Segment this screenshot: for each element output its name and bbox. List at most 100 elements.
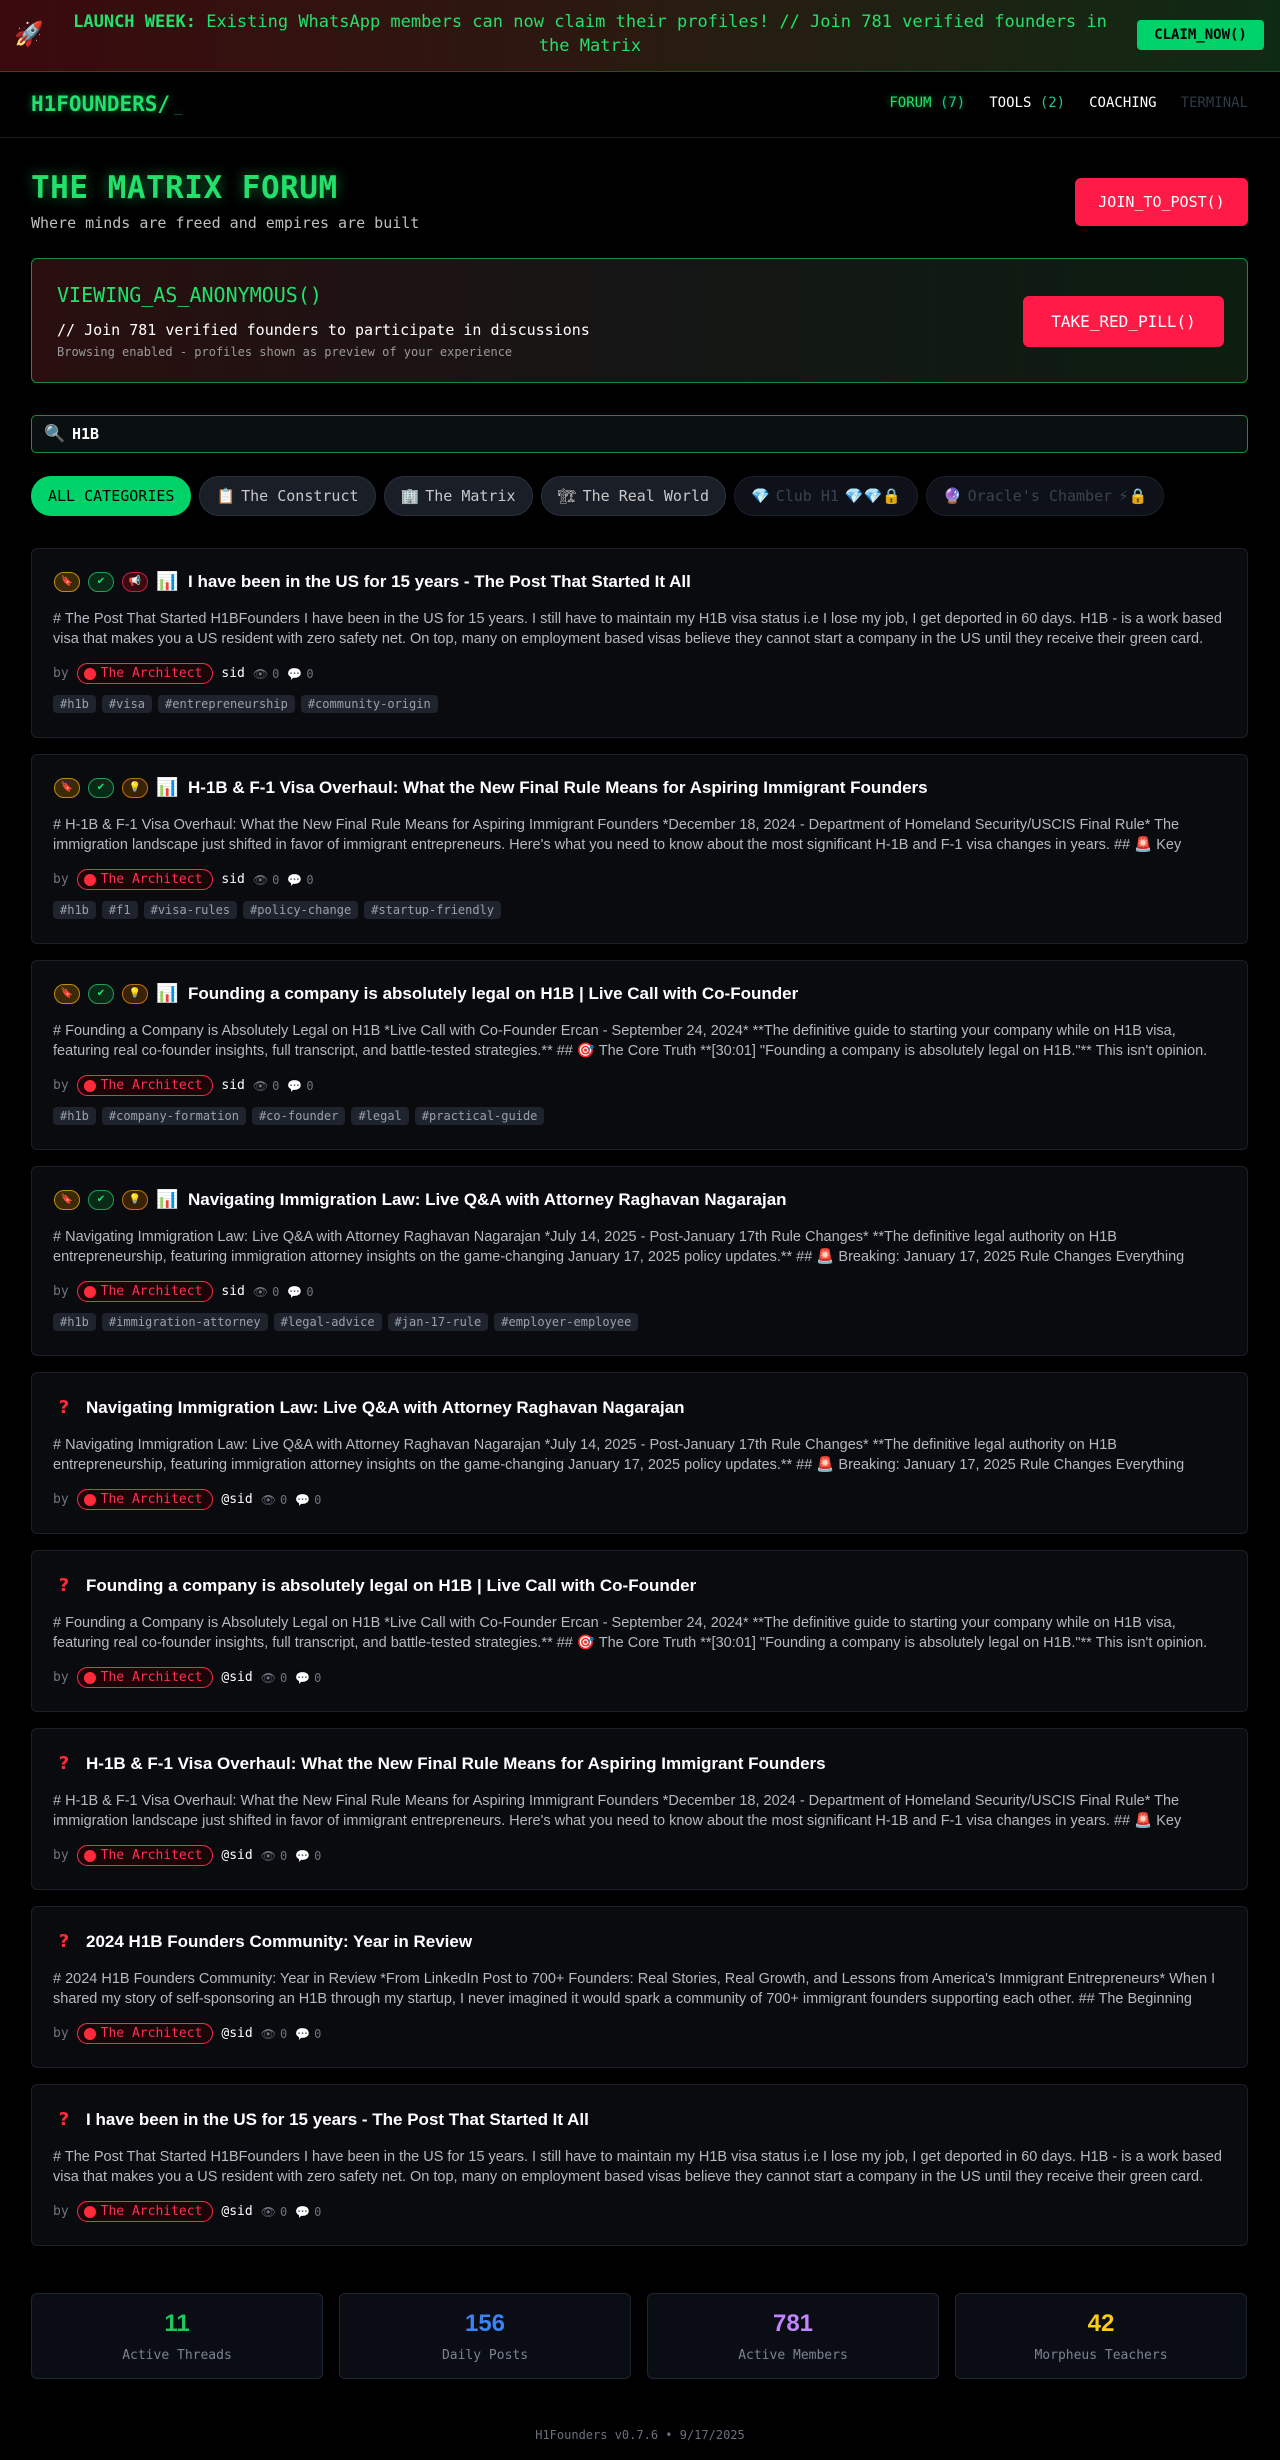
tag[interactable]: #h1b [53, 1313, 96, 1331]
thread-tags: #h1b #immigration-attorney #legal-advice… [53, 1313, 639, 1331]
view-count-value: 0 [272, 666, 280, 681]
join-to-post-button[interactable]: JOIN_TO_POST() [1075, 178, 1248, 226]
tag[interactable]: #employer-employee [494, 1313, 639, 1331]
thread-excerpt: # H-1B & F-1 Visa Overhaul: What the New… [53, 1793, 1182, 1829]
tag[interactable]: #visa-rules [143, 901, 238, 919]
author-badge[interactable]: The Architect [76, 1667, 214, 1688]
thread-card[interactable]: 🔖 ✔ 📢 📊 I have been in the US for 15 yea… [31, 548, 1248, 738]
author-badge[interactable]: The Architect [76, 869, 214, 890]
thread-title[interactable]: Navigating Immigration Law: Live Q&A wit… [188, 1190, 787, 1210]
nav-coaching[interactable]: COACHING [1089, 95, 1156, 111]
comment-count: 💬 0 [287, 1285, 313, 1299]
category-the-matrix[interactable]: 🏢 The Matrix [383, 476, 533, 516]
question-icon: ? [58, 1575, 70, 1596]
tag[interactable]: #visa [101, 695, 153, 713]
tag[interactable]: #immigration-attorney [101, 1313, 268, 1331]
view-count: 👁 0 [253, 667, 279, 681]
search-input[interactable] [72, 416, 1232, 452]
by-label: by [53, 2204, 69, 2219]
stat-value: 156 [464, 2310, 506, 2337]
author-badge[interactable]: The Architect [76, 2201, 214, 2222]
category-oracles-chamber[interactable]: 🔮 Oracle's Chamber ⚡🔒 [925, 476, 1165, 516]
question-icon: ? [58, 2109, 70, 2130]
author-handle[interactable]: @sid [221, 2204, 252, 2219]
tag[interactable]: #legal-advice [273, 1313, 382, 1331]
thread-card[interactable]: ? 2024 H1B Founders Community: Year in R… [31, 1906, 1248, 2068]
view-count-value: 0 [279, 1492, 288, 1507]
author-handle[interactable]: sid [221, 666, 244, 681]
author-handle[interactable]: @sid [221, 1492, 252, 1507]
tag[interactable]: #startup-friendly [364, 901, 502, 919]
tag[interactable]: #h1b [53, 1107, 96, 1125]
tag[interactable]: #practical-guide [414, 1107, 545, 1125]
author-handle[interactable]: sid [221, 1284, 244, 1299]
tag[interactable]: #community-origin [300, 695, 438, 713]
author-badge[interactable]: The Architect [76, 1489, 214, 1510]
thread-title[interactable]: Navigating Immigration Law: Live Q&A wit… [86, 1398, 685, 1418]
author-handle[interactable]: @sid [221, 2026, 252, 2041]
tag[interactable]: #legal [351, 1107, 409, 1125]
nav-tools[interactable]: TOOLS (2) [989, 95, 1065, 111]
nav-forum[interactable]: FORUM (7) [889, 95, 965, 111]
thread-title[interactable]: H-1B & F-1 Visa Overhaul: What the New F… [188, 778, 928, 798]
thread-title[interactable]: I have been in the US for 15 years - The… [188, 572, 691, 592]
thread-card[interactable]: 🔖 ✔ 💡 📊 Founding a company is absolutely… [31, 960, 1248, 1150]
author-badge[interactable]: The Architect [76, 2023, 214, 2044]
thread-card[interactable]: ? H-1B & F-1 Visa Overhaul: What the New… [31, 1728, 1248, 1890]
category-all[interactable]: ALL CATEGORIES [31, 476, 192, 516]
tag[interactable]: #jan-17-rule [387, 1313, 489, 1331]
author-badge[interactable]: The Architect [76, 1075, 214, 1096]
anonymous-notice: VIEWING_AS_ANONYMOUS() // Join 781 verif… [31, 258, 1248, 383]
comment-icon: 💬 [295, 1848, 311, 1863]
thread-card[interactable]: ? Navigating Immigration Law: Live Q&A w… [31, 1372, 1248, 1534]
tag[interactable]: #h1b [53, 695, 96, 713]
author-badge[interactable]: The Architect [76, 1845, 214, 1866]
thread-header: ? 2024 H1B Founders Community: Year in R… [54, 1931, 472, 1952]
author-handle[interactable]: sid [221, 1078, 244, 1093]
category-the-real-world[interactable]: 🏗 The Real World [540, 476, 727, 516]
comment-count: 💬 0 [295, 1849, 321, 1863]
thread-title[interactable]: Founding a company is absolutely legal o… [86, 1576, 696, 1596]
comment-count-value: 0 [314, 1492, 322, 1507]
thread-title[interactable]: I have been in the US for 15 years - The… [86, 2110, 589, 2130]
take-red-pill-button[interactable]: TAKE_RED_PILL() [1023, 296, 1224, 347]
nav-terminal[interactable]: TERMINAL [1181, 95, 1248, 111]
chart-icon: 📊 [156, 983, 179, 1004]
thread-card[interactable]: ? I have been in the US for 15 years - T… [31, 2084, 1248, 2246]
eye-icon: 👁 [252, 872, 269, 887]
tag[interactable]: #co-founder [251, 1107, 346, 1125]
megaphone-icon: 📢 [122, 571, 148, 592]
stat-label: Morpheus Teachers [1034, 2348, 1168, 2363]
chart-icon: 📊 [156, 1189, 179, 1210]
thread-card[interactable]: 🔖 ✔ 💡 📊 H-1B & F-1 Visa Overhaul: What t… [31, 754, 1248, 944]
author-handle[interactable]: @sid [221, 1848, 252, 1863]
thread-tags: #h1b #company-formation #co-founder #leg… [53, 1107, 545, 1125]
tag[interactable]: #company-formation [101, 1107, 246, 1125]
tag[interactable]: #policy-change [243, 901, 359, 919]
verified-icon: ✔ [88, 777, 114, 798]
thread-meta: by The Architect sid 👁 0 💬 0 [53, 869, 314, 890]
thread-title[interactable]: Founding a company is absolutely legal o… [188, 984, 798, 1004]
site-logo[interactable]: H1FOUNDERS/_ [31, 92, 183, 116]
category-the-construct[interactable]: 📋 The Construct [199, 476, 376, 516]
author-name: The Architect [100, 1848, 203, 1863]
author-name: The Architect [100, 1078, 203, 1093]
tag[interactable]: #f1 [101, 901, 138, 919]
tag[interactable]: #h1b [53, 901, 96, 919]
thread-card[interactable]: ? Founding a company is absolutely legal… [31, 1550, 1248, 1712]
comment-icon: 💬 [287, 1284, 303, 1299]
author-badge[interactable]: The Architect [76, 1281, 214, 1302]
author-handle[interactable]: sid [221, 872, 244, 887]
author-badge[interactable]: The Architect [76, 663, 214, 684]
tag[interactable]: #entrepreneurship [158, 695, 295, 713]
eye-icon: 👁 [260, 1848, 276, 1863]
red-pill-icon [83, 2205, 96, 2218]
author-handle[interactable]: @sid [221, 1670, 252, 1685]
category-club-h1[interactable]: 💎 Club H1 💎💎🔒 [734, 476, 918, 516]
claim-now-button[interactable]: CLAIM_NOW() [1137, 20, 1264, 50]
thread-title[interactable]: H-1B & F-1 Visa Overhaul: What the New F… [86, 1754, 826, 1774]
thread-title[interactable]: 2024 H1B Founders Community: Year in Rev… [86, 1932, 472, 1952]
thread-card[interactable]: 🔖 ✔ 💡 📊 Navigating Immigration Law: Live… [31, 1166, 1248, 1356]
nav-forum-label: FORUM [889, 95, 932, 111]
category-label: Club H1 [775, 487, 839, 505]
